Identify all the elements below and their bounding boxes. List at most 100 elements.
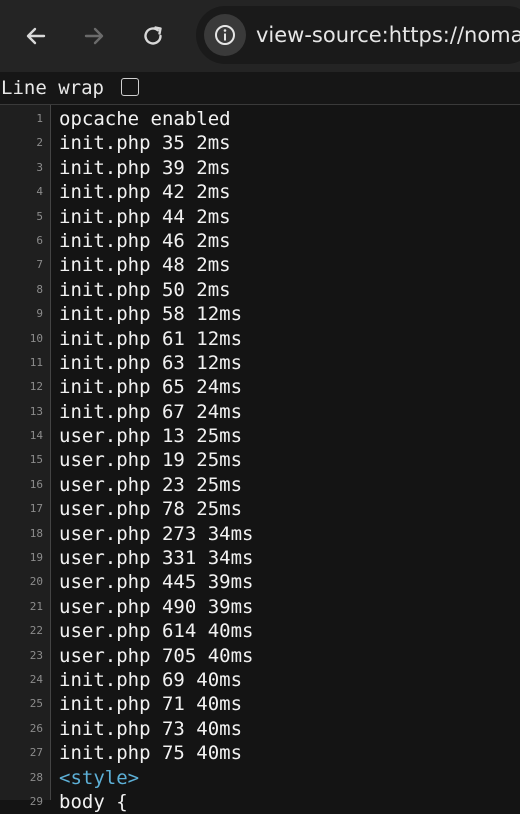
line-text: body { [59,790,128,813]
source-line: 2 init.php 35 2ms [0,131,520,155]
line-text: init.php 58 12ms [59,303,243,326]
source-line: 26 init.php 73 40ms [0,717,520,741]
line-number: 1 [36,112,43,125]
back-button[interactable] [14,14,58,58]
line-number: 23 [29,648,43,662]
source-line: 17 user.php 78 25ms [0,497,520,521]
reload-icon [144,26,162,45]
source-line: 28 <style> [0,766,520,790]
line-number: 5 [36,209,43,223]
source-line: 16 user.php 23 25ms [0,473,520,497]
line-text: user.php 13 25ms [59,425,243,448]
line-number: 16 [29,477,43,491]
source-line: 14 user.php 13 25ms [0,424,520,448]
source-line: 19 user.php 331 34ms [0,546,520,570]
line-text: init.php 48 2ms [59,254,231,277]
forward-button[interactable] [72,14,116,58]
line-text: user.php 273 34ms [59,522,254,545]
line-text: <style> [59,766,140,789]
line-wrap-bar: Line wrap [0,72,520,105]
line-text: init.php 61 12ms [59,327,243,350]
source-line: 12 init.php 65 24ms [0,375,520,399]
line-text: user.php 445 39ms [59,571,254,594]
reload-button[interactable] [131,14,175,58]
source-line: 9 init.php 58 12ms [0,302,520,326]
line-text: user.php 490 39ms [59,595,254,618]
line-number: 13 [29,404,43,418]
line-text: user.php 614 40ms [59,620,254,643]
line-text: init.php 67 24ms [59,400,243,423]
line-text: init.php 35 2ms [59,132,231,155]
source-line: 1 opcache enabled [0,107,520,131]
line-number: 26 [29,721,43,735]
line-text: init.php 46 2ms [59,229,231,252]
line-text: init.php 65 24ms [59,376,243,399]
url-text[interactable]: view-source:https://noma [256,6,520,64]
line-text: init.php 44 2ms [59,205,231,228]
browser-toolbar: view-source:https://noma [0,0,520,72]
source-line: 5 init.php 44 2ms [0,205,520,229]
line-text: init.php 75 40ms [59,742,243,765]
forward-arrow-icon [84,27,104,45]
source-line: 20 user.php 445 39ms [0,570,520,594]
address-bar[interactable]: view-source:https://noma [196,6,520,64]
line-number: 24 [29,672,43,686]
line-text: init.php 73 40ms [59,717,243,740]
line-wrap-checkbox[interactable] [121,78,139,96]
line-text: user.php 23 25ms [59,473,243,496]
line-number: 29 [29,794,43,808]
line-number: 18 [29,526,43,540]
line-number: 22 [29,624,43,638]
source-line: 18 user.php 273 34ms [0,522,520,546]
line-number: 6 [36,233,43,247]
line-number: 2 [36,136,43,150]
line-number: 17 [29,502,43,516]
line-text: init.php 69 40ms [59,668,243,691]
source-line: 21 user.php 490 39ms [0,595,520,619]
source-line: 8 init.php 50 2ms [0,278,520,302]
line-text: init.php 39 2ms [59,156,231,179]
line-number: 12 [29,380,43,394]
line-number: 19 [29,551,43,565]
source-line: 4 init.php 42 2ms [0,180,520,204]
source-code-area: 1 opcache enabled 2 init.php 35 2ms 3 init.ph… [0,107,520,814]
line-text: user.php 78 25ms [59,498,243,521]
line-text: user.php 331 34ms [59,547,254,570]
line-number: 9 [36,307,43,321]
line-text: opcache enabled [59,108,231,130]
source-line: 23 user.php 705 40ms [0,644,520,668]
line-number: 15 [29,453,43,467]
source-line: 24 init.php 69 40ms [0,668,520,692]
line-number: 28 [29,770,43,784]
line-text: user.php 19 25ms [59,449,243,472]
line-text: init.php 42 2ms [59,181,231,204]
line-text: init.php 63 12ms [59,351,243,374]
line-text: init.php 71 40ms [59,693,243,716]
source-line: 29 body { [0,790,520,814]
line-number: 20 [29,575,43,589]
line-number: 4 [36,185,43,199]
line-number: 11 [29,355,43,369]
source-line: 25 init.php 71 40ms [0,692,520,716]
info-icon [215,25,235,45]
line-number: 27 [29,746,43,760]
source-line: 27 init.php 75 40ms [0,741,520,765]
line-wrap-label[interactable]: Line wrap [1,77,104,99]
source-line: 10 init.php 61 12ms [0,327,520,351]
site-info-button[interactable] [204,14,246,56]
line-number: 10 [29,331,43,345]
source-line: 11 init.php 63 12ms [0,351,520,375]
back-arrow-icon [26,27,46,45]
line-number: 25 [29,697,43,711]
line-number: 21 [29,599,43,613]
source-line: 3 init.php 39 2ms [0,156,520,180]
line-text: init.php 50 2ms [59,278,231,301]
line-number: 8 [36,282,43,296]
source-line: 22 user.php 614 40ms [0,619,520,643]
source-line: 13 init.php 67 24ms [0,400,520,424]
line-text: user.php 705 40ms [59,644,254,667]
source-line: 15 user.php 19 25ms [0,448,520,472]
source-line: 6 init.php 46 2ms [0,229,520,253]
line-number: 7 [36,258,43,272]
line-number: 14 [29,429,43,443]
